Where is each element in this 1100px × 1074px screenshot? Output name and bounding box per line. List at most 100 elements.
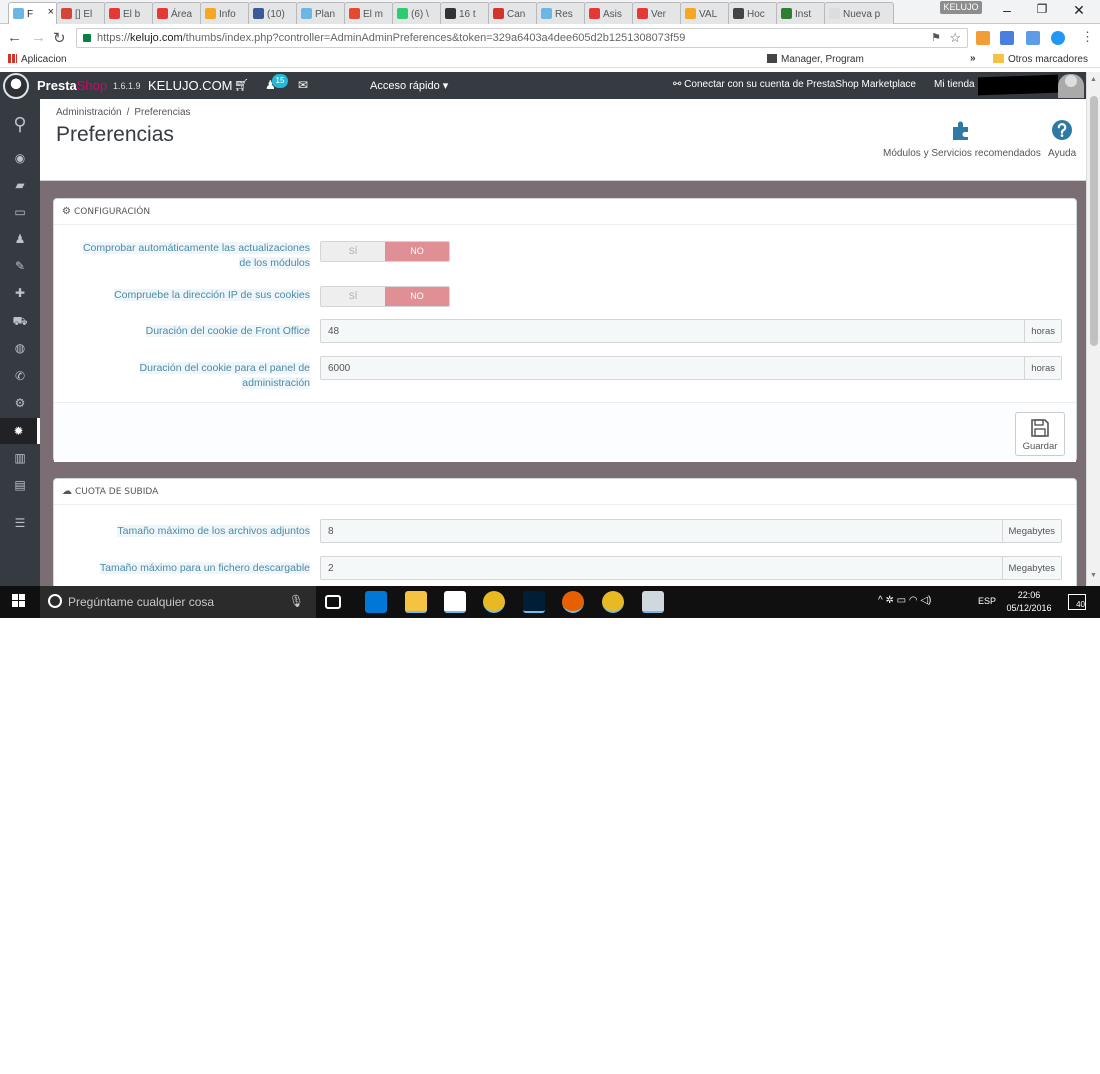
- scroll-down-icon[interactable]: ▼: [1090, 572, 1097, 579]
- help-button[interactable]: Ayuda: [1048, 119, 1076, 159]
- avatar[interactable]: [1058, 74, 1084, 98]
- sidebar-item-collapse-menu[interactable]: ☰: [0, 510, 40, 536]
- browser-tab[interactable]: 16 t: [440, 2, 490, 24]
- recommended-modules-button[interactable]: Módulos y Servicios recomendados: [883, 119, 1041, 159]
- other-bookmarks-folder[interactable]: Otros marcadores: [992, 54, 1088, 65]
- save-button[interactable]: Guardar: [1015, 412, 1065, 456]
- browser-tab[interactable]: Info: [200, 2, 250, 24]
- system-tray-icons[interactable]: ^ ✲ ▭ ◠ ◁): [878, 595, 931, 606]
- cookie-ip-switch[interactable]: SÍ NO: [320, 286, 450, 307]
- apps-bookmark[interactable]: Aplicacion: [8, 54, 67, 65]
- bookmark-item[interactable]: Manager, Program: [767, 54, 864, 65]
- extension-analytics-icon[interactable]: [976, 31, 990, 45]
- url-input[interactable]: https://kelujo.com/thumbs/index.php?cont…: [76, 28, 968, 48]
- browser-tab[interactable]: (10): [248, 2, 298, 24]
- bookmarks-overflow-icon[interactable]: »: [970, 53, 976, 64]
- sidebar-item-localization[interactable]: ◍: [0, 335, 40, 361]
- extension-cast-icon[interactable]: [1026, 31, 1040, 45]
- page-scrollbar[interactable]: ▲ ▼: [1086, 72, 1100, 586]
- catalog-icon: ▰: [15, 178, 25, 192]
- browser-tab[interactable]: [] El: [56, 2, 106, 24]
- close-window-button[interactable]: ✕: [1064, 2, 1094, 19]
- minimize-window-button[interactable]: –: [992, 2, 1022, 18]
- quick-access-dropdown[interactable]: Acceso rápido ▾: [370, 79, 448, 92]
- sidebar-item-orders[interactable]: ▭: [0, 199, 40, 225]
- switch-yes-option[interactable]: SÍ: [321, 287, 385, 306]
- sidebar-item-stock[interactable]: ▤: [0, 472, 40, 498]
- apps-grid-icon: [8, 54, 17, 63]
- bookmark-star-icon[interactable]: ☆: [949, 30, 961, 46]
- pin-icon[interactable]: ⚑: [931, 31, 941, 44]
- reload-icon[interactable]: ↻: [53, 29, 66, 47]
- browser-tab[interactable]: El m: [344, 2, 394, 24]
- taskbar-edge-icon[interactable]: [365, 591, 387, 613]
- browser-tab[interactable]: VAL: [680, 2, 730, 24]
- language-indicator[interactable]: ESP: [978, 596, 996, 606]
- taskbar-photoshop-icon[interactable]: [523, 591, 545, 613]
- brand-logo[interactable]: PrestaShop: [37, 78, 107, 93]
- browser-tab[interactable]: Can: [488, 2, 538, 24]
- browser-tab[interactable]: Nueva p: [824, 2, 894, 24]
- system-clock[interactable]: 22:06 05/12/2016: [1004, 589, 1054, 615]
- tab-favicon-icon: [589, 8, 600, 19]
- browser-tab[interactable]: El b: [104, 2, 154, 24]
- module-updates-switch[interactable]: SÍ NO: [320, 241, 450, 262]
- browser-tab[interactable]: Plan: [296, 2, 346, 24]
- browser-user-badge[interactable]: KELUJO: [940, 1, 982, 14]
- cortana-search-input[interactable]: Pregúntame cualquier cosa 🎙︎: [40, 586, 316, 618]
- cart-icon[interactable]: 🛒︎: [234, 78, 249, 92]
- prestashop-logo-icon[interactable]: [3, 73, 29, 99]
- switch-no-option[interactable]: NO: [385, 242, 449, 261]
- browser-tab[interactable]: Ver: [632, 2, 682, 24]
- tab-favicon-icon: [13, 8, 24, 19]
- browser-tab[interactable]: Inst: [776, 2, 826, 24]
- message-icon[interactable]: ✉: [298, 78, 308, 92]
- browser-tab[interactable]: Res: [536, 2, 586, 24]
- sidebar-item-shipping[interactable]: ⛟: [0, 308, 40, 334]
- taskbar-firefox-icon[interactable]: [562, 591, 584, 613]
- sidebar-item-administration[interactable]: ✹: [0, 418, 40, 444]
- taskbar-store-icon[interactable]: [444, 591, 466, 613]
- browser-tab[interactable]: Área: [152, 2, 202, 24]
- attachment-max-size-input[interactable]: 8 Megabytes: [320, 519, 1062, 543]
- windows-start-icon[interactable]: [12, 594, 26, 608]
- sidebar-item-stats[interactable]: ▥: [0, 445, 40, 471]
- action-center-icon[interactable]: 40: [1068, 594, 1086, 610]
- taskbar-chrome-icon[interactable]: [483, 591, 505, 613]
- scroll-up-icon[interactable]: ▲: [1090, 76, 1097, 83]
- sidebar-item-catalog[interactable]: ▰: [0, 172, 40, 198]
- restore-window-button[interactable]: ❐: [1027, 2, 1057, 16]
- forward-icon[interactable]: →: [31, 29, 46, 46]
- sidebar-item-customers[interactable]: ♟: [0, 226, 40, 252]
- sidebar-item-modules[interactable]: ✚: [0, 280, 40, 306]
- chrome-menu-icon[interactable]: ⋮: [1081, 29, 1094, 45]
- admin-cookie-lifetime-input[interactable]: 6000 horas: [320, 356, 1062, 380]
- browser-tab[interactable]: (6) \: [392, 2, 442, 24]
- sidebar-item-price-rules[interactable]: ✎: [0, 253, 40, 279]
- breadcrumb-item[interactable]: Administración: [56, 107, 122, 118]
- extension-translate-icon[interactable]: [1000, 31, 1014, 45]
- browser-tab[interactable]: Hoc: [728, 2, 778, 24]
- my-store-link[interactable]: Mi tienda: [934, 79, 975, 90]
- switch-no-option[interactable]: NO: [385, 287, 449, 306]
- taskbar-chrome-active-icon[interactable]: [602, 591, 624, 613]
- marketplace-link[interactable]: ⚯ Conectar con su cuenta de PrestaShop M…: [673, 79, 916, 90]
- microphone-icon[interactable]: 🎙︎: [289, 594, 304, 608]
- sidebar-item-search[interactable]: ⚲: [0, 111, 40, 137]
- download-max-size-input[interactable]: 2 Megabytes: [320, 556, 1062, 580]
- shop-name-link[interactable]: KELUJO.COM: [148, 78, 233, 93]
- scrollbar-thumb[interactable]: [1090, 96, 1098, 346]
- browser-tab[interactable]: F ×: [8, 2, 58, 24]
- switch-yes-option[interactable]: SÍ: [321, 242, 385, 261]
- taskbar-paint-icon[interactable]: [642, 591, 664, 613]
- extension-cloud-icon[interactable]: [1051, 31, 1065, 45]
- back-icon[interactable]: ←: [7, 29, 22, 46]
- browser-tab[interactable]: Asis: [584, 2, 634, 24]
- sidebar-item-advanced-parameters[interactable]: ⚙: [0, 390, 40, 416]
- taskbar-task-view-icon[interactable]: [325, 595, 341, 609]
- tab-close-icon[interactable]: ×: [48, 6, 54, 18]
- sidebar-item-dashboard[interactable]: ◉: [0, 145, 40, 171]
- taskbar-file-explorer-icon[interactable]: [405, 591, 427, 613]
- sidebar-item-preferences[interactable]: ✆: [0, 363, 40, 389]
- front-cookie-lifetime-input[interactable]: 48 horas: [320, 319, 1062, 343]
